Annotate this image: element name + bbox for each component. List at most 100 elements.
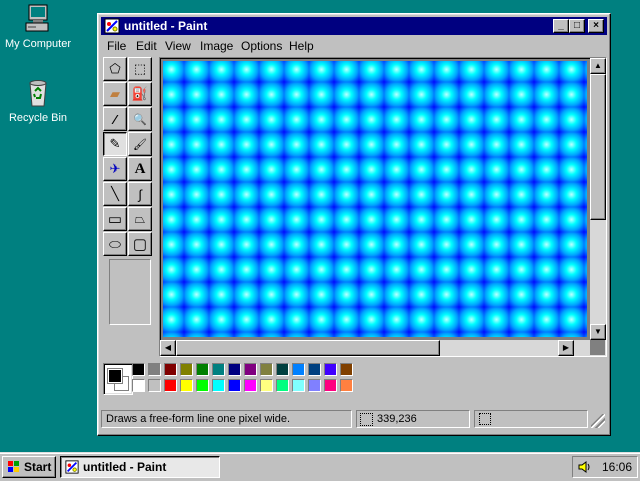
fill-bucket-icon: ⛽: [131, 86, 149, 101]
taskbar-button-paint[interactable]: untitled - Paint: [60, 456, 220, 478]
start-button[interactable]: Start: [2, 456, 56, 478]
resize-grip[interactable]: [591, 414, 605, 428]
palette-color-swatch[interactable]: [164, 379, 177, 392]
rectangle-tool[interactable]: ▭: [103, 207, 127, 231]
selection-size-icon: [479, 413, 491, 425]
palette-color-swatch[interactable]: [180, 363, 193, 376]
desktop-icon-label: Recycle Bin: [8, 112, 68, 124]
pencil-icon: ✎: [109, 136, 121, 151]
palette-color-swatch[interactable]: [148, 379, 161, 392]
magnifier-icon: 🔍: [133, 113, 147, 126]
scroll-left-button[interactable]: ◀: [160, 340, 176, 356]
palette-color-swatch[interactable]: [292, 379, 305, 392]
palette-color-swatch[interactable]: [340, 363, 353, 376]
desktop-icon-label: My Computer: [4, 38, 72, 50]
palette-color-swatch[interactable]: [180, 379, 193, 392]
palette-color-swatch[interactable]: [308, 379, 321, 392]
close-button[interactable]: ×: [588, 19, 604, 33]
text-tool[interactable]: A: [128, 157, 152, 181]
palette-color-swatch[interactable]: [228, 363, 241, 376]
brush-icon: 🖌: [133, 138, 147, 151]
paint-app-icon: [104, 18, 120, 34]
palette-color-swatch[interactable]: [244, 379, 257, 392]
palette-color-swatch[interactable]: [276, 379, 289, 392]
volume-icon[interactable]: [577, 460, 591, 474]
title-bar[interactable]: untitled - Paint _ □ ×: [101, 17, 607, 35]
desktop-icon-my-computer[interactable]: My Computer: [0, 3, 76, 50]
ellipse-icon: ⬭: [109, 235, 121, 252]
palette-color-swatch[interactable]: [340, 379, 353, 392]
menu-view[interactable]: View: [165, 39, 191, 53]
cursor-position-icon: [360, 413, 373, 426]
palette-color-swatch[interactable]: [212, 363, 225, 376]
eraser-tool[interactable]: ▰: [103, 82, 127, 106]
text-icon: A: [134, 160, 146, 177]
rectangle-icon: ▭: [107, 211, 123, 228]
minimize-button[interactable]: _: [553, 19, 569, 33]
maximize-button[interactable]: □: [569, 19, 585, 33]
paint-window: untitled - Paint _ □ × File Edit View Im…: [97, 13, 611, 436]
brush-tool[interactable]: 🖌: [128, 132, 152, 156]
palette-color-swatch[interactable]: [260, 363, 273, 376]
eyedropper-icon: ⁄: [113, 111, 117, 127]
polygon-tool[interactable]: ⏢: [128, 207, 152, 231]
status-bar: Draws a free-form line one pixel wide. 3…: [101, 408, 607, 430]
vertical-scroll-thumb[interactable]: [590, 74, 606, 220]
scroll-down-button[interactable]: ▼: [590, 324, 606, 340]
rounded-rectangle-icon: ▢: [132, 236, 148, 253]
palette-color-swatch[interactable]: [164, 363, 177, 376]
foreground-color-swatch[interactable]: [108, 369, 122, 383]
taskbar-button-label: untitled - Paint: [83, 460, 167, 474]
horizontal-scrollbar[interactable]: ◀ ▶: [160, 340, 590, 356]
menu-file[interactable]: File: [107, 39, 126, 53]
status-coordinates: 339,236: [356, 410, 470, 428]
free-form-select-tool[interactable]: ⬠: [103, 57, 127, 81]
menu-options[interactable]: Options: [241, 39, 282, 53]
scroll-right-button[interactable]: ▶: [558, 340, 574, 356]
pick-color-tool[interactable]: ⁄: [103, 107, 127, 131]
menu-image[interactable]: Image: [200, 39, 233, 53]
polygon-icon: ⏢: [134, 211, 146, 226]
eraser-icon: ▰: [110, 86, 120, 101]
menu-bar: File Edit View Image Options Help: [101, 36, 607, 55]
magnifier-tool[interactable]: 🔍: [128, 107, 152, 131]
palette-color-swatch[interactable]: [132, 379, 145, 392]
drawing-canvas[interactable]: [163, 61, 587, 337]
start-label: Start: [24, 460, 52, 474]
palette-color-swatch[interactable]: [132, 363, 145, 376]
rounded-rectangle-tool[interactable]: ▢: [128, 232, 152, 256]
palette-color-swatch[interactable]: [324, 363, 337, 376]
clock[interactable]: 16:06: [602, 460, 632, 474]
palette-color-swatch[interactable]: [324, 379, 337, 392]
palette-color-swatch[interactable]: [212, 379, 225, 392]
palette-color-swatch[interactable]: [244, 363, 257, 376]
airbrush-icon: ✈: [109, 161, 121, 176]
status-help-text: Draws a free-form line one pixel wide.: [101, 410, 352, 428]
palette-color-swatch[interactable]: [292, 363, 305, 376]
vertical-scrollbar[interactable]: ▲ ▼: [590, 58, 606, 340]
palette-color-swatch[interactable]: [228, 379, 241, 392]
airbrush-tool[interactable]: ✈: [103, 157, 127, 181]
palette-color-swatch[interactable]: [148, 363, 161, 376]
palette-color-swatch[interactable]: [260, 379, 273, 392]
select-tool[interactable]: ⬚: [128, 57, 152, 81]
palette-color-swatch[interactable]: [308, 363, 321, 376]
window-title: untitled - Paint: [124, 19, 208, 33]
curve-tool[interactable]: ∫: [128, 182, 152, 206]
line-tool[interactable]: ╲: [103, 182, 127, 206]
pencil-tool[interactable]: ✎: [103, 132, 127, 156]
current-colors[interactable]: [103, 363, 133, 395]
horizontal-scroll-thumb[interactable]: [176, 340, 440, 356]
desktop-icon-recycle-bin[interactable]: Recycle Bin: [0, 77, 76, 124]
fill-with-color-tool[interactable]: ⛽: [128, 82, 152, 106]
select-icon: ⬚: [133, 61, 147, 76]
menu-help[interactable]: Help: [289, 39, 314, 53]
ellipse-tool[interactable]: ⬭: [103, 232, 127, 256]
tool-options-box[interactable]: [109, 259, 151, 325]
palette-color-swatch[interactable]: [196, 379, 209, 392]
palette-color-swatch[interactable]: [196, 363, 209, 376]
palette-color-swatch[interactable]: [276, 363, 289, 376]
status-selection-size: [474, 410, 588, 428]
scroll-up-button[interactable]: ▲: [590, 58, 606, 74]
menu-edit[interactable]: Edit: [136, 39, 157, 53]
